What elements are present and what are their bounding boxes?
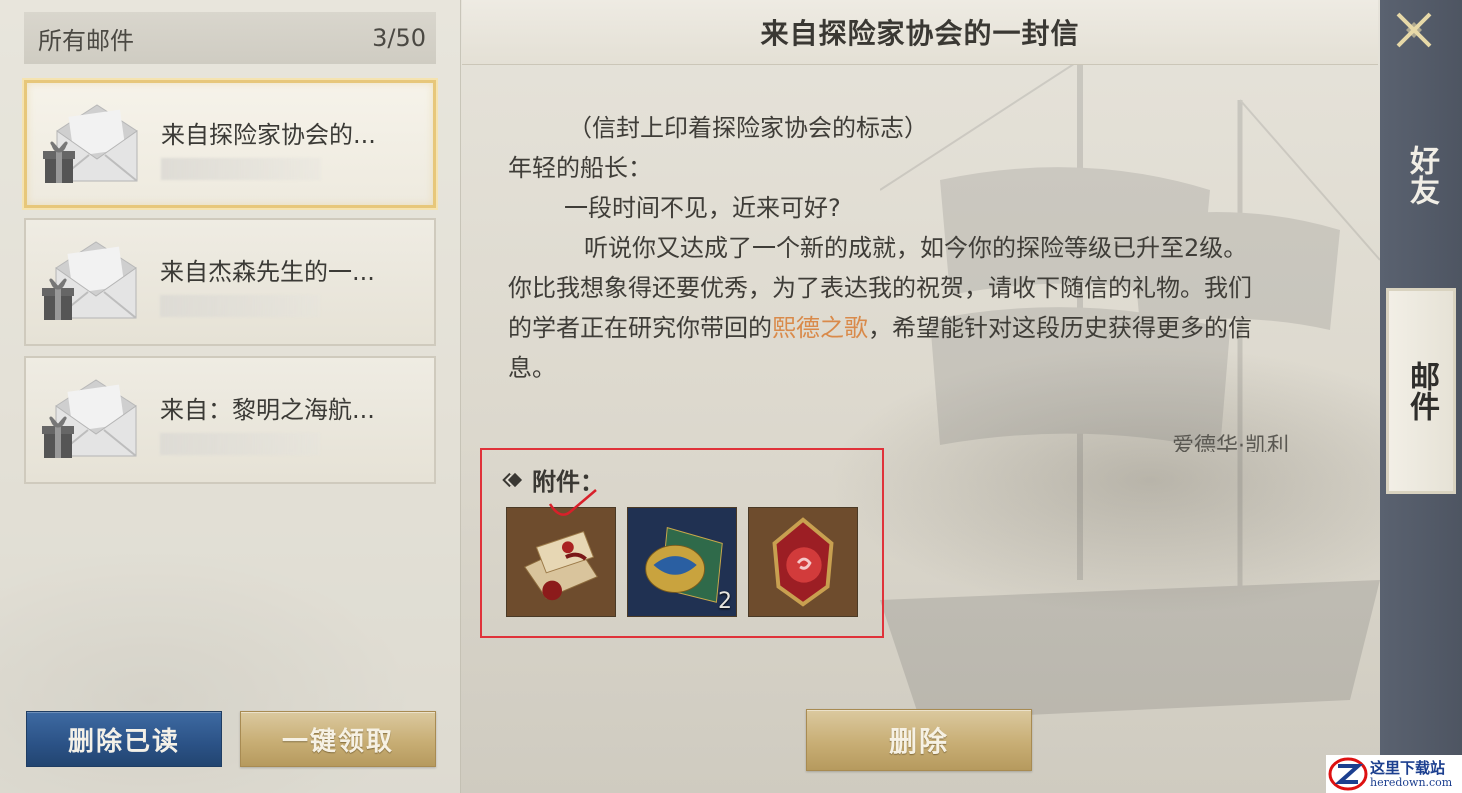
letter-line: 息。 <box>508 354 556 382</box>
letter-line: 你比我想象得还要优秀，为了表达我的祝贺，请收下随信的礼物。我们 <box>508 274 1252 302</box>
diamond-bullet-icon <box>507 472 523 487</box>
mail-title-bar: 来自探险家协会的一封信 <box>462 0 1378 65</box>
watermark-logo-icon <box>1328 757 1368 791</box>
attachment-slot-3[interactable] <box>748 507 858 617</box>
mail-list-panel: 所有邮件 3/50 来自探险家协会的... 来自杰森先生的一... 来自：黎明之… <box>0 0 461 793</box>
mail-list-header: 所有邮件 3/50 <box>24 12 436 64</box>
scroll-letter-icon <box>507 508 615 616</box>
red-gem-icon <box>749 508 857 616</box>
mail-title: 来自杰森先生的一... <box>160 258 375 286</box>
letter-line: 一段时间不见，近来可好? <box>564 194 841 222</box>
mail-item-3[interactable]: 来自：黎明之海航... <box>24 356 436 484</box>
close-icon[interactable] <box>1392 8 1436 52</box>
attachment-count: 2 <box>718 589 732 614</box>
letter-text: ，希望能针对这段历史获得更多的信 <box>868 314 1252 342</box>
attachment-slot-1[interactable] <box>506 507 616 617</box>
mail-item-2[interactable]: 来自杰森先生的一... <box>24 218 436 346</box>
letter-line: （信封上印着探险家协会的标志） <box>568 114 928 142</box>
attachment-slot-2[interactable]: 2 <box>627 507 737 617</box>
delete-read-button[interactable]: 删除已读 <box>26 711 222 767</box>
red-checkmark-annotation <box>548 489 597 516</box>
envelope-gift-icon <box>42 241 137 320</box>
letter-signature: 爱德华·凯利 <box>1172 434 1289 452</box>
watermark-cn: 这里下载站 <box>1370 758 1446 777</box>
mail-sender-blurred <box>160 433 320 455</box>
mail-count: 3/50 <box>372 24 426 52</box>
mail-body: （信封上印着探险家协会的标志） 年轻的船长： 一段时间不见，近来可好? 听说你又… <box>508 108 1348 388</box>
claim-all-button[interactable]: 一键领取 <box>240 711 436 767</box>
highlight-link[interactable]: 熙德之歌 <box>772 314 868 342</box>
mail-sender-blurred <box>161 158 321 180</box>
letter-line: 听说你又达成了一个新的成就，如今你的探险等级已升至2级。 <box>584 234 1248 262</box>
tab-friends[interactable]: 好友 <box>1386 110 1456 240</box>
mail-title: 来自探险家协会的... <box>161 121 376 149</box>
envelope-gift-icon <box>42 379 137 458</box>
mail-title: 来自：黎明之海航... <box>160 396 375 424</box>
tab-mail[interactable]: 邮件 <box>1386 288 1456 494</box>
mail-item-1[interactable]: 来自探险家协会的... <box>24 80 436 208</box>
letter-line: 的学者正在研究你带回的熙德之歌，希望能针对这段历史获得更多的信 <box>508 308 1348 348</box>
watermark-en: heredown.com <box>1370 775 1453 789</box>
mail-heading: 来自探险家协会的一封信 <box>760 17 1080 50</box>
delete-button[interactable]: 删除 <box>806 709 1032 771</box>
envelope-gift-icon <box>43 104 138 183</box>
all-mail-label: 所有邮件 <box>38 26 134 55</box>
letter-line: 年轻的船长： <box>508 154 652 182</box>
letter-text: 的学者正在研究你带回的 <box>508 314 772 342</box>
mail-sender-blurred <box>160 295 320 317</box>
site-watermark: 这里下载站 heredown.com <box>1326 755 1462 793</box>
